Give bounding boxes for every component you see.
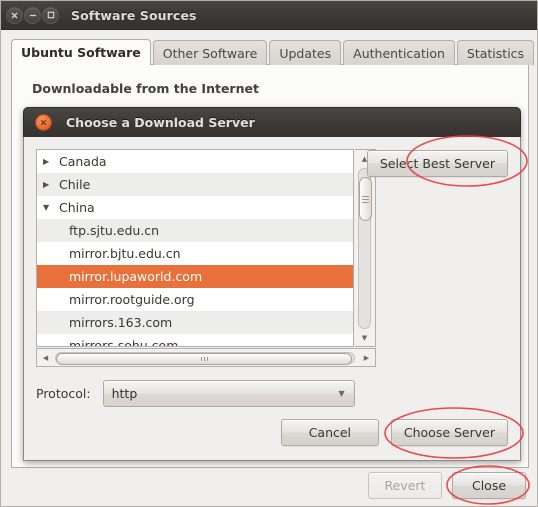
dialog-action-buttons: Cancel Choose Server — [280, 419, 508, 446]
footer-buttons: Revert Close — [368, 472, 526, 499]
window-footer: Revert Close — [1, 467, 537, 506]
protocol-row: Protocol: http ▼ — [36, 380, 355, 407]
scroll-grip — [200, 357, 208, 361]
list-row-label: Canada — [59, 154, 107, 169]
choose-download-server-dialog: Choose a Download Server ▶ Canada ▶ Chil… — [23, 107, 521, 461]
tab-label: Ubuntu Software — [21, 45, 141, 60]
dialog-title: Choose a Download Server — [66, 115, 255, 130]
list-row-label: mirrors.163.com — [69, 315, 173, 330]
protocol-dropdown[interactable]: http ▼ — [102, 380, 355, 407]
chevron-right-icon[interactable]: ▶ — [43, 180, 57, 189]
list-row-server-selected[interactable]: mirror.lupaworld.com — [37, 265, 353, 288]
protocol-value: http — [111, 386, 138, 401]
list-row-label: China — [59, 200, 95, 215]
window-maximize-button[interactable] — [42, 6, 59, 24]
list-row-server[interactable]: mirror.rootguide.org — [37, 288, 353, 311]
window-minimize-button[interactable] — [24, 6, 41, 24]
scroll-right-icon[interactable]: ▶ — [358, 349, 375, 366]
dialog-body: ▶ Canada ▶ Chile ▼ China ftp.sjtu.edu.cn — [23, 137, 521, 461]
protocol-label: Protocol: — [36, 386, 91, 401]
tab-statistics[interactable]: Statistics — [456, 40, 535, 65]
list-row-group[interactable]: ▶ Chile — [37, 173, 353, 196]
list-row-label: ftp.sjtu.edu.cn — [69, 223, 160, 238]
list-row-server[interactable]: ftp.sjtu.edu.cn — [37, 219, 353, 242]
close-button[interactable]: Close — [452, 472, 526, 499]
software-sources-window: Software Sources Ubuntu Software Other S… — [0, 0, 538, 507]
chevron-right-icon[interactable]: ▶ — [43, 157, 57, 166]
select-best-server-button[interactable]: Select Best Server — [366, 150, 508, 177]
window-controls — [6, 6, 59, 24]
dialog-titlebar: Choose a Download Server — [23, 107, 521, 137]
tab-updates[interactable]: Updates — [269, 40, 342, 65]
choose-server-button[interactable]: Choose Server — [390, 419, 508, 446]
list-row-label: mirror.bjtu.edu.cn — [69, 246, 181, 261]
horizontal-scroll-track[interactable] — [55, 352, 355, 365]
list-row-group[interactable]: ▼ China — [37, 196, 353, 219]
list-row-group[interactable]: ▶ Canada — [37, 150, 353, 173]
tab-authentication[interactable]: Authentication — [343, 40, 455, 65]
dialog-close-button[interactable] — [35, 114, 52, 131]
window-title: Software Sources — [71, 7, 197, 23]
tab-other-software[interactable]: Other Software — [152, 40, 268, 65]
scroll-left-icon[interactable]: ◀ — [37, 349, 54, 366]
chevron-down-icon[interactable]: ▼ — [43, 203, 57, 212]
list-row-server[interactable]: mirrors.sohu.com — [37, 334, 353, 347]
window-titlebar: Software Sources — [1, 1, 537, 30]
panel-heading: Downloadable from the Internet — [32, 81, 259, 96]
server-list[interactable]: ▶ Canada ▶ Chile ▼ China ftp.sjtu.edu.cn — [36, 149, 354, 347]
vertical-scroll-track[interactable] — [358, 168, 372, 329]
server-list-horizontal-scrollbar[interactable]: ◀ ▶ — [36, 348, 376, 367]
tab-label: Authentication — [353, 45, 445, 61]
list-row-label: mirror.rootguide.org — [69, 292, 195, 307]
cancel-button[interactable]: Cancel — [280, 419, 379, 446]
list-row-label: mirror.lupaworld.com — [69, 269, 203, 284]
server-list-vertical-scrollbar[interactable]: ▲ ▼ — [355, 149, 376, 347]
tab-label: Updates — [279, 45, 332, 61]
revert-button[interactable]: Revert — [368, 472, 442, 499]
chevron-down-icon: ▼ — [338, 389, 345, 398]
horizontal-scroll-thumb[interactable] — [56, 353, 352, 365]
list-row-server[interactable]: mirror.bjtu.edu.cn — [37, 242, 353, 265]
scroll-down-icon[interactable]: ▼ — [355, 329, 374, 346]
list-row-label: Chile — [59, 177, 91, 192]
vertical-scroll-thumb[interactable] — [359, 177, 372, 221]
list-row-label: mirrors.sohu.com — [69, 338, 179, 347]
window-close-button[interactable] — [6, 6, 23, 24]
tab-label: Statistics — [466, 45, 525, 61]
tab-bar: Ubuntu Software Other Software Updates A… — [11, 39, 535, 65]
tab-label: Other Software — [162, 45, 258, 61]
scroll-grip — [362, 194, 369, 205]
tab-ubuntu-software[interactable]: Ubuntu Software — [11, 39, 151, 65]
server-list-area: ▶ Canada ▶ Chile ▼ China ftp.sjtu.edu.cn — [36, 149, 376, 367]
list-row-server[interactable]: mirrors.163.com — [37, 311, 353, 334]
